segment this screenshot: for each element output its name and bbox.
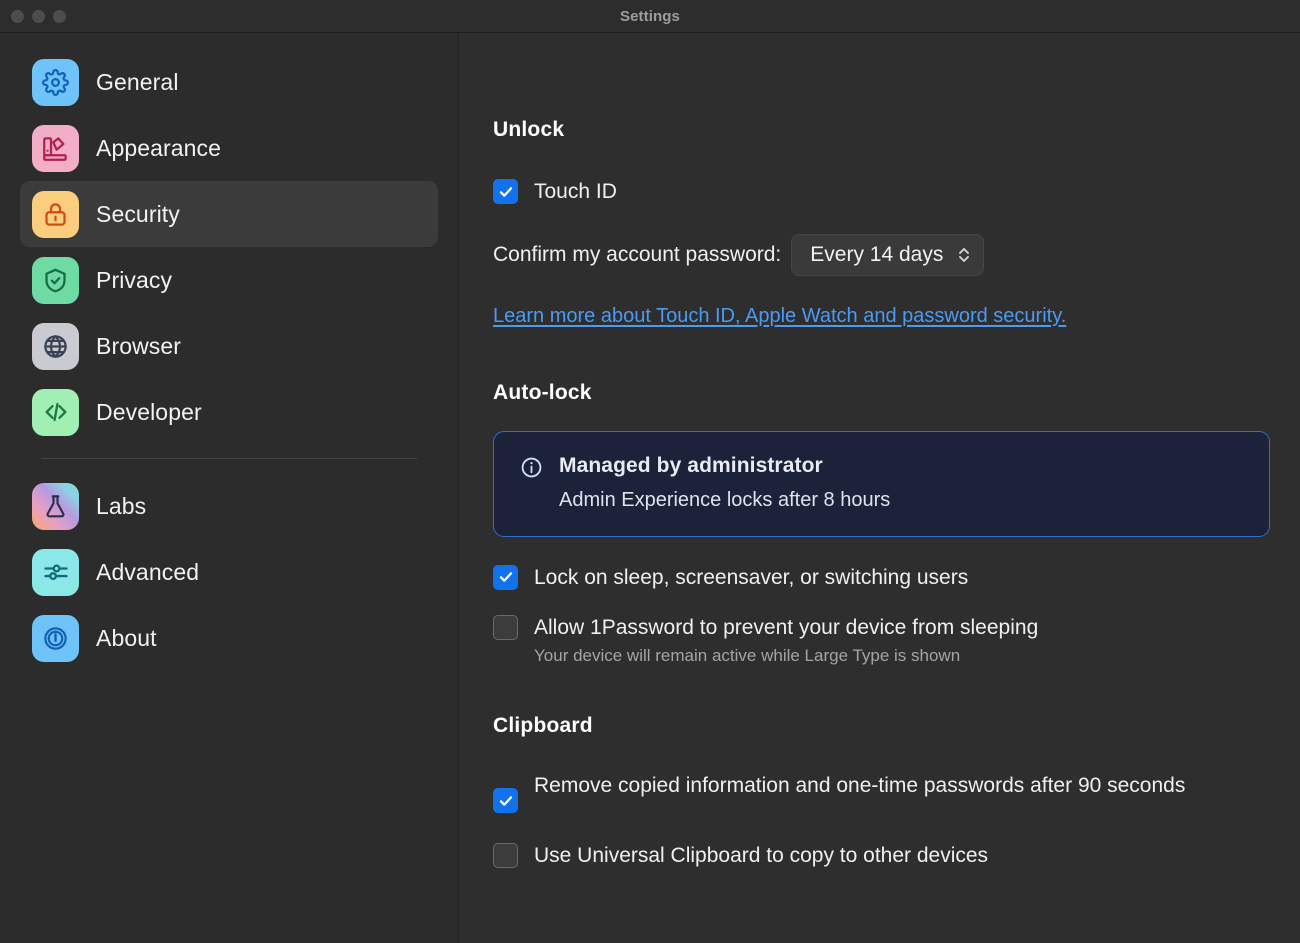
- lock-on-sleep-label: Lock on sleep, screensaver, or switching…: [534, 563, 968, 593]
- universal-clipboard-checkbox[interactable]: [493, 843, 518, 868]
- traffic-light-group: [0, 10, 66, 23]
- prevent-sleep-row[interactable]: Allow 1Password to prevent your device f…: [493, 613, 1270, 667]
- gear-icon: [32, 59, 79, 106]
- banner-subtitle: Admin Experience locks after 8 hours: [559, 489, 890, 512]
- prevent-sleep-label: Allow 1Password to prevent your device f…: [534, 616, 1038, 639]
- chevron-updown-icon: [957, 245, 971, 265]
- managed-by-administrator-banner: Managed by administrator Admin Experienc…: [493, 431, 1270, 537]
- lock-on-sleep-row[interactable]: Lock on sleep, screensaver, or switching…: [493, 563, 1270, 593]
- section-heading-clipboard: Clipboard: [493, 714, 1270, 738]
- window-title: Settings: [0, 8, 1300, 25]
- sidebar-item-label: About: [96, 625, 157, 652]
- sidebar-item-label: Security: [96, 201, 180, 228]
- sidebar-item-developer[interactable]: Developer: [20, 379, 438, 445]
- sidebar-item-about[interactable]: About: [20, 605, 438, 671]
- sidebar-item-label: Appearance: [96, 135, 221, 162]
- universal-clipboard-row[interactable]: Use Universal Clipboard to copy to other…: [493, 841, 1270, 871]
- sidebar-divider: [41, 458, 417, 459]
- zoom-button[interactable]: [53, 10, 66, 23]
- sidebar-item-label: Privacy: [96, 267, 172, 294]
- sidebar: General Appearance: [0, 33, 459, 943]
- remove-copied-row[interactable]: Remove copied information and one-time p…: [493, 771, 1270, 813]
- close-button[interactable]: [11, 10, 24, 23]
- sidebar-item-general[interactable]: General: [20, 49, 438, 115]
- sidebar-item-advanced[interactable]: Advanced: [20, 539, 438, 605]
- onepassword-logo-icon: [32, 615, 79, 662]
- sidebar-item-label: Advanced: [96, 559, 199, 586]
- shield-check-icon: [32, 257, 79, 304]
- sidebar-item-label: Developer: [96, 399, 202, 426]
- sidebar-item-browser[interactable]: Browser: [20, 313, 438, 379]
- window-body: General Appearance: [0, 33, 1300, 943]
- confirm-password-select[interactable]: Every 14 days: [791, 234, 984, 276]
- sidebar-item-label: Browser: [96, 333, 181, 360]
- remove-copied-label: Remove copied information and one-time p…: [534, 771, 1185, 801]
- confirm-password-row: Confirm my account password: Every 14 da…: [493, 234, 1270, 276]
- sidebar-item-security[interactable]: Security: [20, 181, 438, 247]
- palette-icon: [32, 125, 79, 172]
- prevent-sleep-checkbox[interactable]: [493, 615, 518, 640]
- sidebar-item-privacy[interactable]: Privacy: [20, 247, 438, 313]
- sliders-icon: [32, 549, 79, 596]
- sidebar-secondary-group: Labs Advanced: [0, 473, 458, 671]
- universal-clipboard-label: Use Universal Clipboard to copy to other…: [534, 841, 988, 871]
- titlebar: Settings: [0, 0, 1300, 33]
- remove-copied-checkbox[interactable]: [493, 788, 518, 813]
- touch-id-label: Touch ID: [534, 177, 617, 207]
- sidebar-item-labs[interactable]: Labs: [20, 473, 438, 539]
- settings-content-pane: Unlock Touch ID Confirm my account passw…: [459, 33, 1300, 943]
- flask-icon: [32, 483, 79, 530]
- lock-icon: [32, 191, 79, 238]
- sidebar-item-appearance[interactable]: Appearance: [20, 115, 438, 181]
- section-heading-autolock: Auto-lock: [493, 381, 1270, 405]
- lock-on-sleep-checkbox[interactable]: [493, 565, 518, 590]
- confirm-password-label: Confirm my account password:: [493, 243, 781, 267]
- touch-id-row[interactable]: Touch ID: [493, 177, 1270, 207]
- code-icon: [32, 389, 79, 436]
- minimize-button[interactable]: [32, 10, 45, 23]
- learn-more-link[interactable]: Learn more about Touch ID, Apple Watch a…: [493, 305, 1066, 328]
- touch-id-checkbox[interactable]: [493, 179, 518, 204]
- banner-title: Managed by administrator: [559, 454, 823, 477]
- prevent-sleep-sublabel: Your device will remain active while Lar…: [534, 646, 1038, 666]
- settings-window: Settings General: [0, 0, 1300, 943]
- section-heading-unlock: Unlock: [493, 118, 1270, 142]
- sidebar-item-label: General: [96, 69, 179, 96]
- info-circle-icon: [520, 456, 543, 484]
- globe-icon: [32, 323, 79, 370]
- sidebar-primary-group: General Appearance: [0, 49, 458, 445]
- sidebar-item-label: Labs: [96, 493, 146, 520]
- confirm-password-value: Every 14 days: [810, 243, 943, 267]
